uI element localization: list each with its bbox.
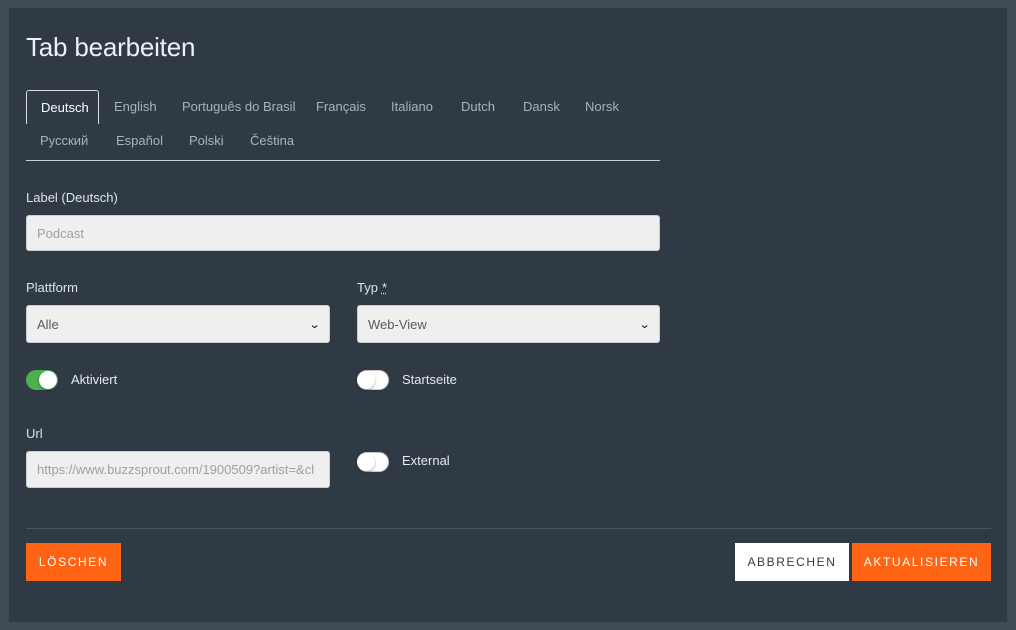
update-button[interactable]: AKTUALISIEREN <box>852 543 991 581</box>
edit-tab-dialog: Tab bearbeiten Deutsch English Português… <box>9 8 1007 622</box>
type-select-value: Web-View <box>368 316 427 332</box>
tab-francais[interactable]: Français <box>302 90 380 124</box>
language-tabs: Deutsch English Português do Brasil Fran… <box>26 90 660 161</box>
url-input[interactable]: https://www.buzzsprout.com/1900509?artis… <box>26 451 330 488</box>
label-input[interactable]: Podcast <box>26 215 660 251</box>
type-field-label: Typ * <box>357 280 387 295</box>
label-field-label: Label (Deutsch) <box>26 190 118 205</box>
tab-norsk[interactable]: Norsk <box>571 90 633 124</box>
footer-divider <box>26 528 991 529</box>
tab-polski[interactable]: Polski <box>175 124 238 158</box>
startpage-toggle[interactable] <box>357 370 389 390</box>
cancel-button[interactable]: ABBRECHEN <box>735 543 849 581</box>
url-field-label: Url <box>26 426 43 441</box>
required-marker: * <box>381 280 388 295</box>
chevron-down-icon: ⌄ <box>638 318 651 331</box>
platform-select[interactable]: Alle ⌄ <box>26 305 330 343</box>
toggle-knob <box>357 453 375 471</box>
url-input-value: https://www.buzzsprout.com/1900509?artis… <box>37 462 315 477</box>
delete-button[interactable]: LÖSCHEN <box>26 543 121 581</box>
tab-portugues-brasil[interactable]: Português do Brasil <box>168 90 309 124</box>
label-input-placeholder: Podcast <box>37 225 84 241</box>
dialog-title: Tab bearbeiten <box>26 32 196 62</box>
tab-english[interactable]: English <box>100 90 171 124</box>
chevron-down-icon: ⌄ <box>308 318 321 331</box>
external-label: External <box>402 453 450 468</box>
platform-field-label: Plattform <box>26 280 79 295</box>
type-label-text: Typ <box>357 280 378 295</box>
tab-italiano[interactable]: Italiano <box>377 90 447 124</box>
activated-label: Aktiviert <box>71 372 118 387</box>
tab-dansk[interactable]: Dansk <box>509 90 574 124</box>
startpage-label: Startseite <box>402 372 457 387</box>
toggle-knob <box>357 371 375 389</box>
toggle-knob <box>39 371 57 389</box>
tab-deutsch[interactable]: Deutsch <box>26 90 99 124</box>
external-toggle[interactable] <box>357 452 389 472</box>
tab-espanol[interactable]: Español <box>102 124 177 158</box>
activated-toggle[interactable] <box>26 370 58 390</box>
tab-dutch[interactable]: Dutch <box>447 90 509 124</box>
tab-cestina[interactable]: Čeština <box>236 124 308 158</box>
tab-russian[interactable]: Русский <box>26 124 102 158</box>
platform-select-value: Alle <box>37 316 59 332</box>
type-select[interactable]: Web-View ⌄ <box>357 305 660 343</box>
